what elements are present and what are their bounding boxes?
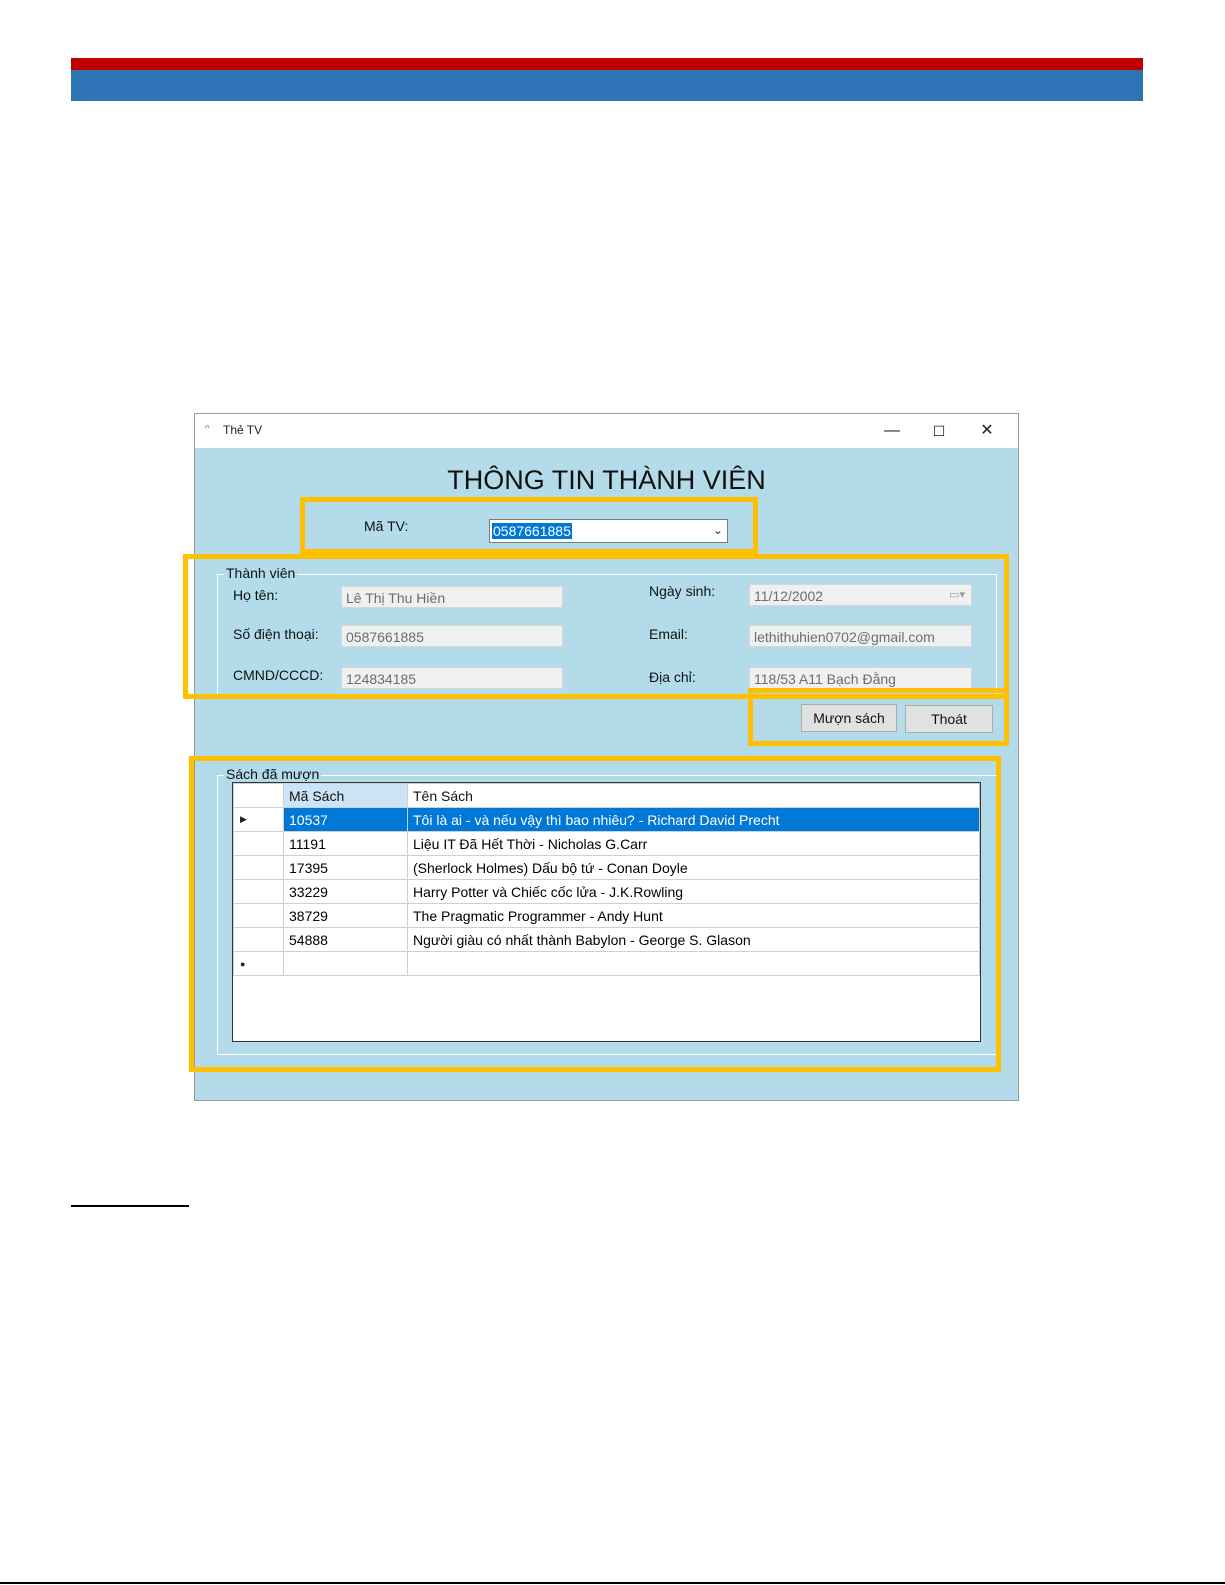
footer-rule xyxy=(0,1582,1225,1584)
window-title: Thẻ TV xyxy=(223,423,263,437)
highlight-borrowed-list xyxy=(189,756,1001,1072)
app-icon: ᵔ xyxy=(205,422,210,436)
title-bar: ᵔ Thẻ TV — ☐ ✕ xyxy=(195,414,1018,448)
highlight-actions xyxy=(748,688,1009,746)
form-heading: THÔNG TIN THÀNH VIÊN xyxy=(447,465,766,495)
underline-mark xyxy=(71,1205,189,1207)
minimize-icon[interactable]: — xyxy=(872,418,912,444)
highlight-member-id xyxy=(300,497,758,554)
highlight-member-info xyxy=(183,554,1009,699)
maximize-icon[interactable]: ☐ xyxy=(919,418,959,444)
header-red-band xyxy=(71,58,1143,70)
close-icon[interactable]: ✕ xyxy=(967,418,1007,444)
header-blue-band xyxy=(71,70,1143,101)
